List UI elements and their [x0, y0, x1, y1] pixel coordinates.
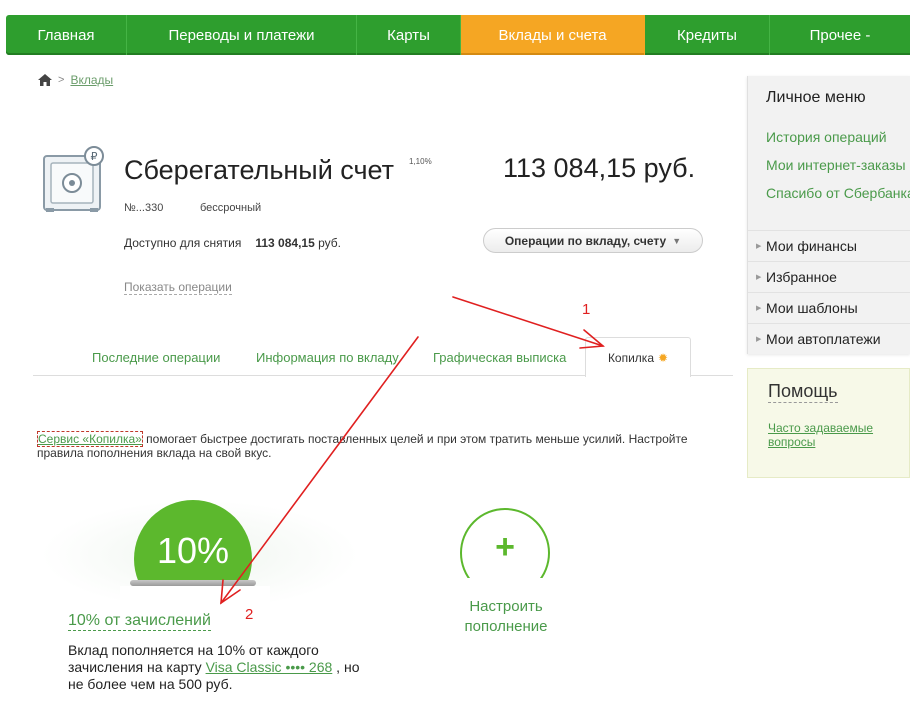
- personal-menu-title: Личное меню: [766, 89, 866, 106]
- card-link[interactable]: Visa Classic •••• 268: [206, 659, 333, 675]
- triangle-right-icon: ▶: [756, 305, 762, 312]
- available-value: 113 084,15: [255, 236, 315, 250]
- add-replenishment-label[interactable]: Настроить пополнение: [440, 597, 572, 637]
- plus-icon[interactable]: +: [460, 528, 550, 567]
- operations-dropdown-button[interactable]: Операции по вкладу, счету ▼: [483, 228, 703, 253]
- annotation-number-2: 2: [245, 606, 254, 623]
- tab-last-operations[interactable]: Последние операции: [92, 350, 220, 365]
- sidebar-link-history[interactable]: История операций: [766, 129, 887, 145]
- kopilka-description: Сервис «Копилка» помогает быстрее достиг…: [37, 431, 697, 460]
- account-amount: 113 084,15 руб.: [503, 153, 696, 183]
- chevron-right-icon: >: [58, 74, 65, 86]
- home-icon[interactable]: [38, 74, 52, 86]
- triangle-right-icon: ▶: [756, 274, 762, 281]
- available-row: Доступно для снятия 113 084,15 руб.: [124, 236, 341, 250]
- breadcrumb: > Вклады: [38, 73, 113, 87]
- percent-value: 10%: [156, 530, 230, 571]
- nav-item-credits[interactable]: Кредиты: [645, 15, 770, 55]
- account-term: бессрочный: [200, 202, 262, 214]
- sidebar-link-spasibo[interactable]: Спасибо от Сбербанка: [766, 185, 910, 201]
- main-nav: Главная Переводы и платежи Карты Вклады …: [6, 15, 910, 55]
- account-number: №...330: [124, 202, 164, 214]
- sidebar-item-label: Мои шаблоны: [766, 300, 858, 316]
- svg-text:₽: ₽: [91, 150, 98, 163]
- account-title: Сберегательный счет: [124, 155, 395, 185]
- nav-item-deposits[interactable]: Вклады и счета: [461, 15, 645, 55]
- show-operations-link[interactable]: Показать операции: [124, 280, 232, 295]
- sidebar-item-finances[interactable]: ▶ Мои финансы: [748, 230, 910, 261]
- chevron-down-icon: ▼: [672, 235, 682, 246]
- sidebar-item-label: Мои автоплатежи: [766, 331, 881, 347]
- sidebar-item-label: Избранное: [766, 269, 837, 285]
- tab-kopilka-label: Копилка: [607, 350, 654, 365]
- sun-icon: ✹: [658, 350, 669, 365]
- add-label-line1: Настроить: [469, 598, 543, 615]
- available-label: Доступно для снятия: [124, 236, 242, 250]
- annotation-number-1: 1: [582, 301, 591, 318]
- triangle-right-icon: ▶: [756, 243, 762, 250]
- circle-base: [130, 580, 256, 586]
- nav-item-cards[interactable]: Карты: [357, 15, 461, 55]
- faq-link[interactable]: Часто задаваемые вопросы: [768, 421, 898, 449]
- help-panel: Помощь Часто задаваемые вопросы: [747, 368, 910, 478]
- nav-item-transfers[interactable]: Переводы и платежи: [127, 15, 357, 55]
- sidebar-item-favorites[interactable]: ▶ Избранное: [748, 261, 910, 292]
- operations-button-label: Операции по вкладу, счету: [504, 233, 667, 248]
- kopilka-service-link[interactable]: Сервис «Копилка»: [37, 431, 143, 447]
- safe-icon: ₽: [43, 146, 104, 212]
- tab-kopilka[interactable]: Копилка ✹: [585, 337, 691, 377]
- available-currency: руб.: [318, 236, 341, 250]
- tab-graphic-statement[interactable]: Графическая выписка: [433, 350, 566, 365]
- help-title[interactable]: Помощь: [768, 381, 838, 403]
- breadcrumb-link-deposits[interactable]: Вклады: [70, 73, 113, 87]
- add-circle-mask: [456, 578, 554, 598]
- annotation-arrow-1: [452, 296, 604, 347]
- percent-title-link[interactable]: 10% от зачислений: [68, 612, 211, 631]
- nav-item-main[interactable]: Главная: [6, 15, 127, 55]
- account-rate: 1,10%: [409, 157, 432, 166]
- percent-description: Вклад пополняется на 10% от каждого зачи…: [68, 642, 368, 693]
- nav-item-other[interactable]: Прочее -: [770, 15, 910, 55]
- sidebar-item-label: Мои финансы: [766, 238, 857, 254]
- tab-deposit-info[interactable]: Информация по вкладу: [256, 350, 399, 365]
- sidebar-link-orders[interactable]: Мои интернет-заказы: [766, 157, 906, 173]
- add-label-line2: пополнение: [464, 618, 548, 635]
- triangle-right-icon: ▶: [756, 336, 762, 343]
- sidebar-item-templates[interactable]: ▶ Мои шаблоны: [748, 292, 910, 323]
- sidebar-item-autopayments[interactable]: ▶ Мои автоплатежи: [748, 323, 910, 354]
- personal-menu: Личное меню История операций Мои интерне…: [747, 76, 910, 354]
